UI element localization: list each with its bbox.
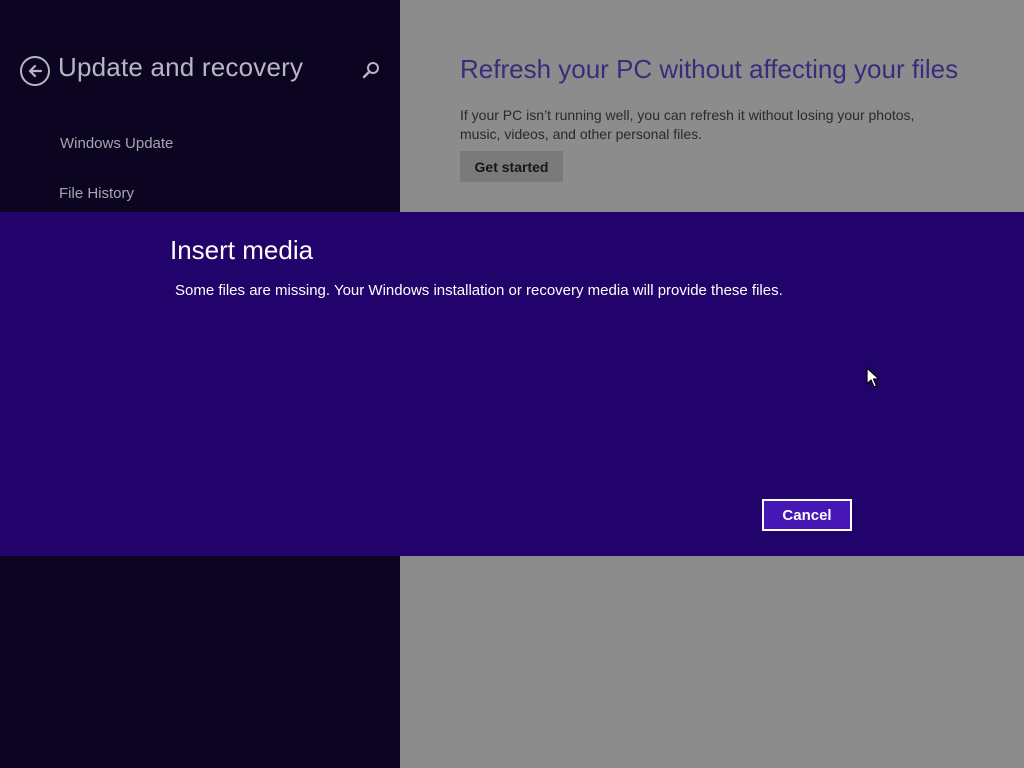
search-button[interactable]: [360, 60, 382, 82]
cancel-button[interactable]: Cancel: [762, 499, 852, 531]
refresh-section-description: If your PC isn’t running well, you can r…: [460, 107, 915, 142]
back-arrow-icon: [28, 64, 43, 78]
nav-item-windows-update[interactable]: Windows Update: [60, 135, 173, 152]
nav-item-file-history[interactable]: File History: [59, 185, 134, 202]
refresh-section-title: Refresh your PC without affecting your f…: [460, 54, 959, 84]
dialog-message: Some files are missing. Your Windows ins…: [175, 282, 783, 299]
insert-media-dialog: Insert media Some files are missing. You…: [0, 212, 1024, 556]
pc-settings-screen: Update and recovery Windows Update File …: [0, 0, 1024, 768]
dialog-title: Insert media: [170, 235, 314, 265]
back-button[interactable]: [20, 56, 50, 86]
nav-header: Update and recovery: [20, 52, 390, 88]
get-started-button[interactable]: Get started: [460, 151, 563, 182]
page-title: Update and recovery: [58, 52, 304, 82]
search-icon: [362, 62, 379, 79]
